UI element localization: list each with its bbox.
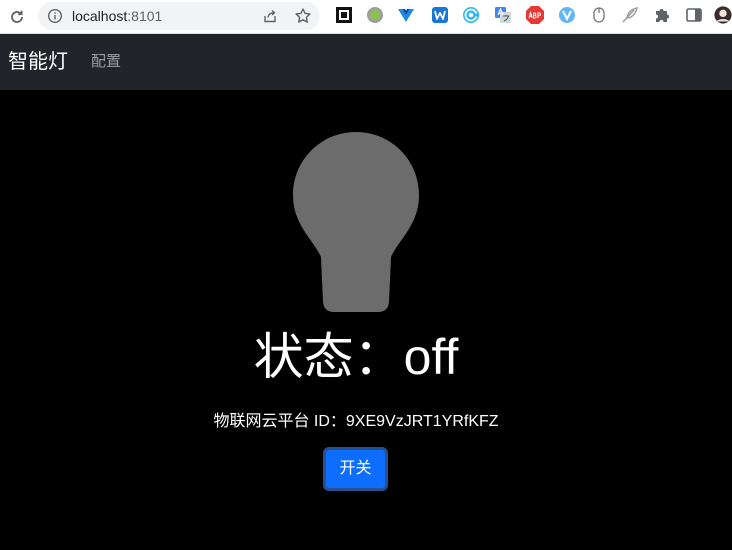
status-label: 状态： bbox=[253, 329, 404, 385]
vue-devtools-icon[interactable] bbox=[396, 5, 416, 25]
v-extension-icon[interactable] bbox=[557, 5, 577, 25]
info-icon[interactable] bbox=[47, 8, 63, 24]
platform-id-line: 物联网云平台 ID：9XE9VzJRT1YRfKFZ bbox=[0, 410, 712, 434]
qr-code-icon[interactable] bbox=[334, 5, 354, 25]
mouse-icon[interactable] bbox=[589, 5, 609, 25]
profile-avatar[interactable] bbox=[714, 5, 732, 25]
lamp-status: 状态：off bbox=[0, 326, 712, 388]
translate-icon[interactable] bbox=[493, 5, 513, 25]
platform-id-label: 物联网云平台 ID： bbox=[213, 413, 346, 430]
bookmark-star-icon[interactable] bbox=[294, 7, 312, 25]
url-host: localhost bbox=[72, 8, 128, 24]
main-content: 状态：off 物联网云平台 ID：9XE9VzJRT1YRfKFZ 开关 bbox=[0, 90, 732, 550]
browser-toolbar: localhost:8101 bbox=[0, 0, 732, 34]
circle-extension-icon[interactable] bbox=[365, 5, 385, 25]
share-icon[interactable] bbox=[262, 8, 278, 24]
feather-icon[interactable] bbox=[620, 5, 640, 25]
toggle-button[interactable]: 开关 bbox=[323, 447, 388, 491]
side-panel-icon[interactable] bbox=[684, 5, 704, 25]
reload-icon[interactable] bbox=[6, 6, 28, 28]
adblock-plus-icon[interactable] bbox=[525, 5, 545, 25]
w-extension-icon[interactable] bbox=[430, 5, 450, 25]
url-port: :8101 bbox=[127, 8, 163, 24]
navbar-brand[interactable]: 智能灯 bbox=[8, 34, 68, 90]
puzzle-icon[interactable] bbox=[652, 5, 672, 25]
status-value: off bbox=[403, 329, 459, 385]
nav-link-config[interactable]: 配置 bbox=[91, 34, 121, 90]
url-text[interactable]: localhost:8101 bbox=[72, 2, 162, 30]
navbar: 智能灯 配置 bbox=[0, 34, 732, 90]
address-bar[interactable]: localhost:8101 bbox=[38, 2, 320, 30]
lightbulb-icon bbox=[293, 132, 419, 312]
c-extension-icon[interactable] bbox=[461, 5, 481, 25]
platform-id-value: 9XE9VzJRT1YRfKFZ bbox=[345, 413, 499, 430]
